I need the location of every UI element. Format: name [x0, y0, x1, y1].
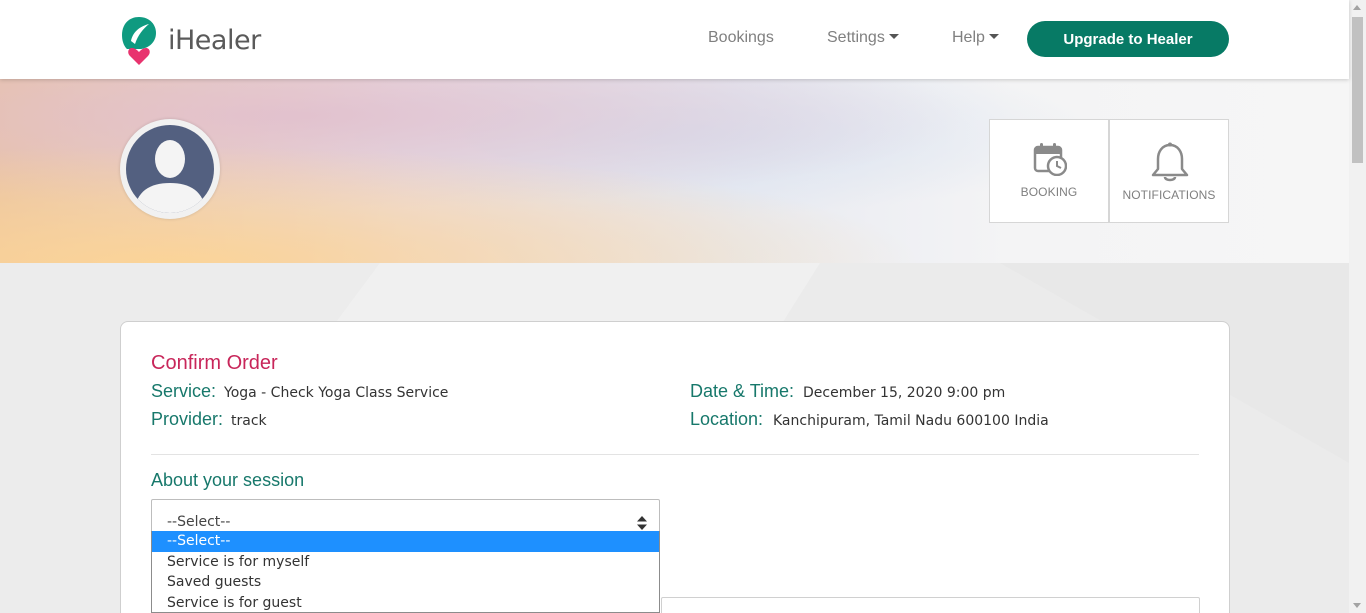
service-value: Yoga - Check Yoga Class Service	[224, 385, 449, 401]
scroll-thumb[interactable]	[1352, 17, 1363, 163]
profile-avatar[interactable]	[120, 119, 220, 219]
notifications-tile[interactable]: NOTIFICATIONS	[1109, 119, 1229, 223]
scroll-up-icon[interactable]	[1353, 5, 1361, 10]
caret-down-icon	[988, 34, 999, 39]
caret-down-icon	[888, 34, 899, 39]
top-navbar: iHealer Bookings Settings Help Upgrade t…	[0, 0, 1349, 79]
session-select-value: --Select--	[167, 514, 231, 530]
session-select-dropdown: --Select-- Service is for myself Saved g…	[151, 531, 660, 613]
nav-help-dropdown[interactable]: Help	[952, 29, 999, 47]
provider-label: Provider:	[151, 409, 224, 429]
dropdown-option[interactable]: Service is for myself	[152, 552, 659, 573]
upgrade-to-healer-button[interactable]: Upgrade to Healer	[1027, 21, 1229, 57]
scroll-down-icon[interactable]	[1353, 603, 1361, 608]
user-silhouette-icon	[126, 125, 214, 213]
brand-name: iHealer	[168, 24, 261, 56]
calendar-clock-icon	[1033, 143, 1067, 176]
service-label: Service:	[151, 381, 217, 401]
about-session-title: About your session	[151, 470, 305, 490]
location-value: Kanchipuram, Tamil Nadu 600100 India	[773, 413, 1049, 429]
dropdown-option[interactable]: Service is for guest	[152, 593, 659, 613]
nav-bookings-link[interactable]: Bookings	[708, 29, 774, 47]
booking-tile[interactable]: BOOKING	[989, 119, 1109, 223]
location-label: Location:	[690, 409, 764, 429]
section-divider	[151, 454, 1199, 455]
datetime-label: Date & Time:	[690, 381, 795, 401]
nav-settings-dropdown[interactable]: Settings	[827, 29, 899, 47]
page-scrollbar[interactable]	[1349, 0, 1366, 613]
notifications-tile-label: NOTIFICATIONS	[1122, 188, 1216, 202]
brand-logo[interactable]: iHealer	[119, 14, 269, 66]
next-field-box[interactable]	[661, 597, 1200, 613]
provider-value: track	[231, 413, 267, 429]
confirm-order-title: Confirm Order	[151, 352, 278, 374]
select-arrows-icon	[637, 516, 647, 530]
nav-settings-label: Settings	[827, 29, 885, 46]
dropdown-option[interactable]: Saved guests	[152, 572, 659, 593]
booking-tile-label: BOOKING	[1020, 185, 1078, 199]
datetime-value: December 15, 2020 9:00 pm	[803, 385, 1006, 401]
dropdown-option[interactable]: --Select--	[152, 531, 659, 552]
bell-icon	[1151, 142, 1189, 182]
nav-help-label: Help	[952, 29, 985, 46]
leaf-heart-logo-icon	[119, 15, 159, 65]
